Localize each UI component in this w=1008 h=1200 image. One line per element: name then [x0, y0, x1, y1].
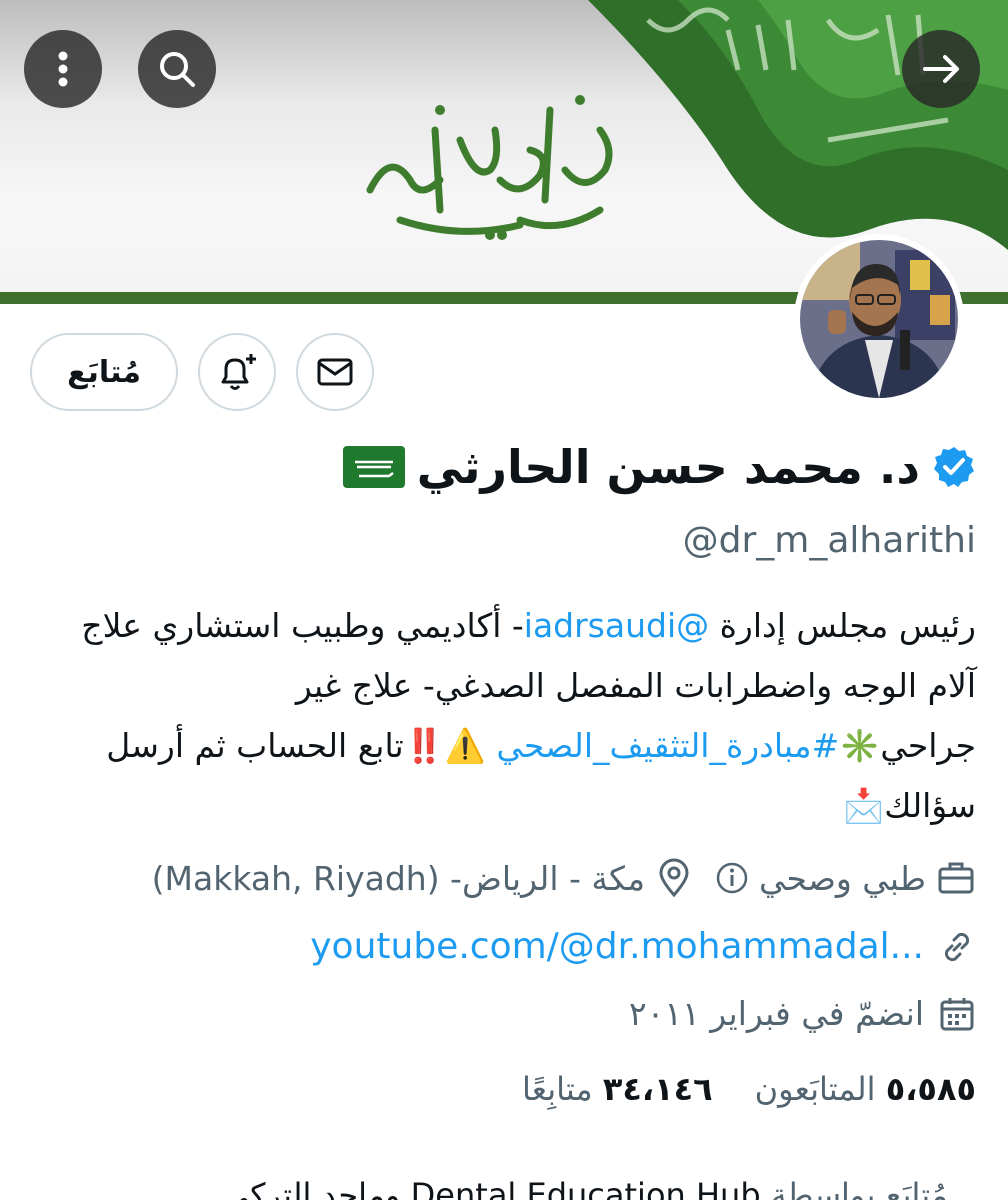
link-icon — [944, 932, 970, 961]
bio-inbox-emoji: 📩 — [843, 786, 885, 825]
followed-by-prefix: مُتابَع بواسطة — [770, 1176, 948, 1200]
location-pin-icon — [659, 858, 689, 898]
avatar-photo — [800, 240, 958, 398]
profile-category: طبي وصحي — [759, 858, 926, 898]
envelope-icon — [317, 358, 353, 386]
profile-location: مكة - الرياض- (Makkah, Riyadh) — [151, 858, 646, 898]
followers-label: متابِعًا — [522, 1070, 593, 1108]
profile-joined-date: انضمّ في فبراير ٢٠١١ — [628, 994, 924, 1033]
followed-by-names: Dental Education Hub — [410, 1176, 761, 1200]
search-icon — [160, 52, 195, 87]
more-options-button[interactable] — [24, 30, 102, 108]
profile-website-link[interactable]: youtube.com/@dr.mohammadal... — [310, 926, 924, 967]
following-button[interactable]: مُتابَع — [30, 333, 178, 411]
info-icon[interactable] — [715, 861, 749, 895]
followed-by-more: وماجد التركي — [223, 1176, 401, 1200]
followers-count: ٣٤،١٤٦ — [602, 1070, 713, 1108]
bio-text-1: رئيس مجلس إدارة — [709, 606, 976, 645]
bio-warning-emoji: ⚠️‼️ — [403, 726, 497, 765]
notifications-button[interactable] — [198, 333, 276, 411]
briefcase-icon — [938, 862, 974, 894]
calendar-icon — [940, 997, 974, 1030]
bell-plus-icon — [221, 354, 256, 390]
saudi-flag-icon — [342, 446, 405, 488]
followed-by-row[interactable]: مُتابَع بواسطة Dental Education Hub وماج… — [224, 1176, 948, 1200]
following-button-label: مُتابَع — [67, 354, 141, 390]
bio-mention-link[interactable]: @iadrsaudi — [524, 606, 709, 645]
profile-name: د. محمد حسن الحارثي — [342, 440, 976, 494]
search-button[interactable] — [138, 30, 216, 108]
verified-badge-icon — [934, 447, 974, 487]
profile-stats: ٥،٥٨٥ المتابَعون ٣٤،١٤٦ متابِعًا — [522, 1070, 976, 1108]
arrow-right-icon — [923, 55, 959, 83]
bio-sparkle-emoji: ✳️ — [839, 726, 881, 765]
profile-handle: @dr_m_alharithi — [682, 520, 976, 561]
followers-stat[interactable]: ٣٤،١٤٦ متابِعًا — [522, 1070, 713, 1108]
profile-joined-row: انضمّ في فبراير ٢٠١١ — [629, 994, 976, 1033]
following-label: المتابَعون — [754, 1070, 876, 1108]
profile-website-row[interactable]: youtube.com/@dr.mohammadal... — [310, 926, 976, 967]
following-stat[interactable]: ٥،٥٨٥ المتابَعون — [755, 1070, 976, 1108]
back-button[interactable] — [902, 30, 980, 108]
following-count: ٥،٥٨٥ — [885, 1070, 976, 1108]
display-name: د. محمد حسن الحارثي — [416, 440, 920, 494]
more-vertical-icon — [58, 51, 68, 87]
message-button[interactable] — [296, 333, 374, 411]
profile-avatar[interactable] — [794, 234, 964, 404]
profile-bio: رئيس مجلس إدارة @iadrsaudi- أكاديمي وطبي… — [70, 596, 976, 836]
bio-hashtag-link[interactable]: #مبادرة_التثقيف_الصحي — [496, 726, 839, 765]
profile-meta-category-location: طبي وصحي مكة - الرياض- (Makkah, Riyadh) — [152, 858, 976, 898]
